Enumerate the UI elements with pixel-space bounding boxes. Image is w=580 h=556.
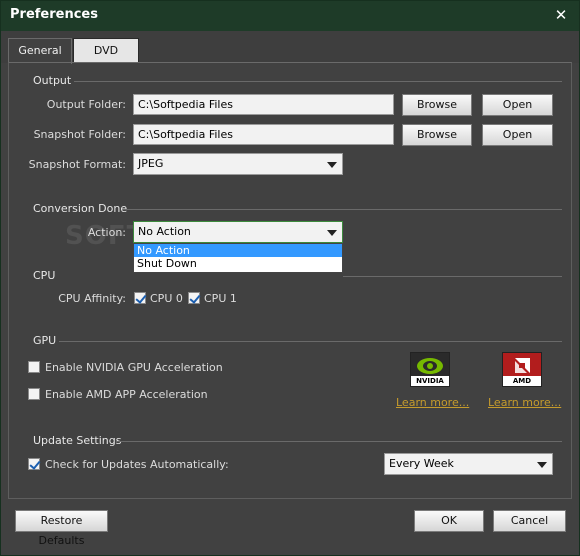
option-shut-down[interactable]: Shut Down [134,257,342,270]
nvidia-label: Enable NVIDIA GPU Acceleration [45,361,223,374]
title-bar: Preferences ✕ [1,1,579,31]
amd-logo: AMD [502,352,542,387]
update-frequency-value: Every Week [389,457,454,470]
gpu-divider [59,341,562,342]
output-folder-field[interactable]: C:\Softpedia Files [133,94,394,115]
action-label: Action: [87,226,126,239]
cpu1-checkbox[interactable] [188,292,200,304]
snapshot-open-button[interactable]: Open [482,124,553,146]
option-no-action[interactable]: No Action [134,244,342,257]
cpu-affinity-label: CPU Affinity: [58,292,126,305]
cpu-divider [343,276,562,277]
amd-learn-more-link[interactable]: Learn more... [488,396,561,409]
tab-general[interactable]: General [8,38,72,64]
amd-arrow-icon [515,358,530,373]
auto-update-label: Check for Updates Automatically: [45,458,229,471]
output-divider [74,81,562,82]
cpu0-label: CPU 0 [150,292,183,305]
snapshot-folder-label: Snapshot Folder: [33,128,126,141]
update-group-label: Update Settings [33,434,122,447]
cancel-button[interactable]: Cancel [493,510,566,532]
output-group-label: Output [33,74,72,87]
chevron-down-icon [327,230,337,236]
chevron-down-icon [327,162,337,168]
nvidia-eye-icon [417,358,443,374]
nvidia-learn-more-link[interactable]: Learn more... [396,396,469,409]
snapshot-browse-button[interactable]: Browse [402,124,472,146]
tab-dvd[interactable]: DVD [73,38,139,63]
amd-label: Enable AMD APP Acceleration [45,388,208,401]
ok-button[interactable]: OK [414,510,484,532]
tab-bar: General DVD [1,31,579,64]
nvidia-logo: NVIDIA [410,352,450,387]
snapshot-folder-field[interactable]: C:\Softpedia Files [133,124,394,145]
preferences-window: Preferences ✕ General DVD SOFTPEDIA Outp… [0,0,580,556]
action-select[interactable]: No Action [133,221,343,243]
output-open-button[interactable]: Open [482,94,553,116]
auto-update-checkbox[interactable] [28,458,40,470]
snapshot-format-select[interactable]: JPEG [133,153,343,175]
cpu1-label: CPU 1 [204,292,237,305]
conversion-group-label: Conversion Done [33,202,128,215]
amd-logo-text: AMD [503,376,541,386]
output-browse-button[interactable]: Browse [402,94,472,116]
amd-checkbox[interactable] [28,388,40,400]
action-value: No Action [138,225,191,238]
nvidia-logo-text: NVIDIA [411,376,449,386]
cpu0-checkbox[interactable] [134,292,146,304]
chevron-down-icon [537,462,547,468]
restore-defaults-button[interactable]: Restore Defaults [15,510,108,547]
update-divider [116,441,562,442]
output-folder-label: Output Folder: [46,98,126,111]
cpu-group-label: CPU [33,269,56,282]
gpu-group-label: GPU [33,334,57,347]
snapshot-format-value: JPEG [138,157,164,170]
close-icon[interactable]: ✕ [553,6,569,24]
window-title: Preferences [10,7,98,22]
action-dropdown-list: No Action Shut Down [133,243,343,273]
nvidia-checkbox[interactable] [28,361,40,373]
snapshot-format-label: Snapshot Format: [28,158,126,171]
conversion-divider [123,209,562,210]
update-frequency-select[interactable]: Every Week [384,453,553,475]
